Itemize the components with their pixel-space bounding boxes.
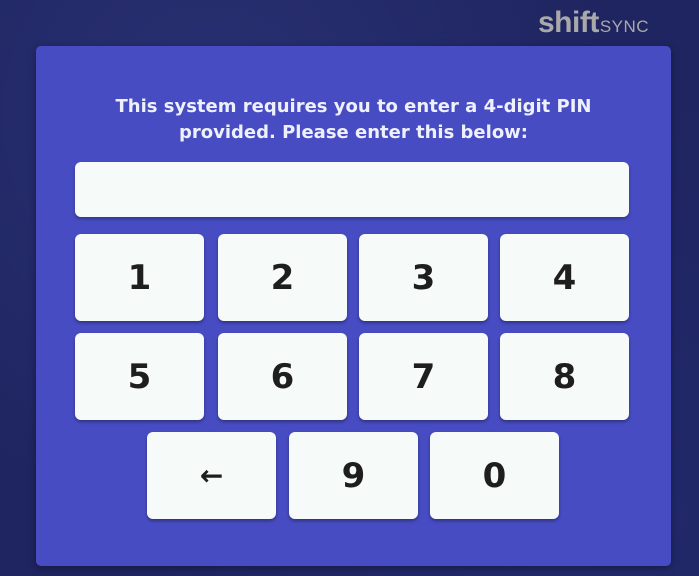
key-8-label: 8 (552, 356, 577, 397)
key-7-label: 7 (411, 356, 436, 397)
key-3-label: 3 (411, 257, 436, 298)
key-1-label: 1 (127, 257, 152, 298)
logo-sub-text: SYNC (599, 17, 650, 36)
pin-entry-panel: This system requires you to enter a 4-di… (36, 46, 671, 566)
key-2[interactable]: 2 (218, 234, 347, 321)
key-7[interactable]: 7 (359, 333, 488, 420)
key-1[interactable]: 1 (75, 234, 204, 321)
key-9[interactable]: 9 (289, 432, 418, 519)
logo-main-text: shift (538, 6, 599, 39)
backspace-button[interactable]: ← (147, 432, 276, 519)
key-0-label: 0 (482, 455, 507, 496)
key-6[interactable]: 6 (218, 333, 347, 420)
key-9-label: 9 (341, 455, 366, 496)
key-6-label: 6 (270, 356, 295, 397)
key-5-label: 5 (127, 356, 152, 397)
key-4-label: 4 (552, 257, 577, 298)
key-4[interactable]: 4 (500, 234, 629, 321)
key-0[interactable]: 0 (430, 432, 559, 519)
key-3[interactable]: 3 (359, 234, 488, 321)
key-8[interactable]: 8 (500, 333, 629, 420)
shiftsync-logo: shiftSYNC (538, 6, 649, 40)
key-2-label: 2 (270, 257, 295, 298)
key-5[interactable]: 5 (75, 333, 204, 420)
arrow-left-icon: ← (199, 459, 224, 492)
pin-instructions: This system requires you to enter a 4-di… (115, 96, 592, 143)
pin-input[interactable] (75, 162, 629, 217)
